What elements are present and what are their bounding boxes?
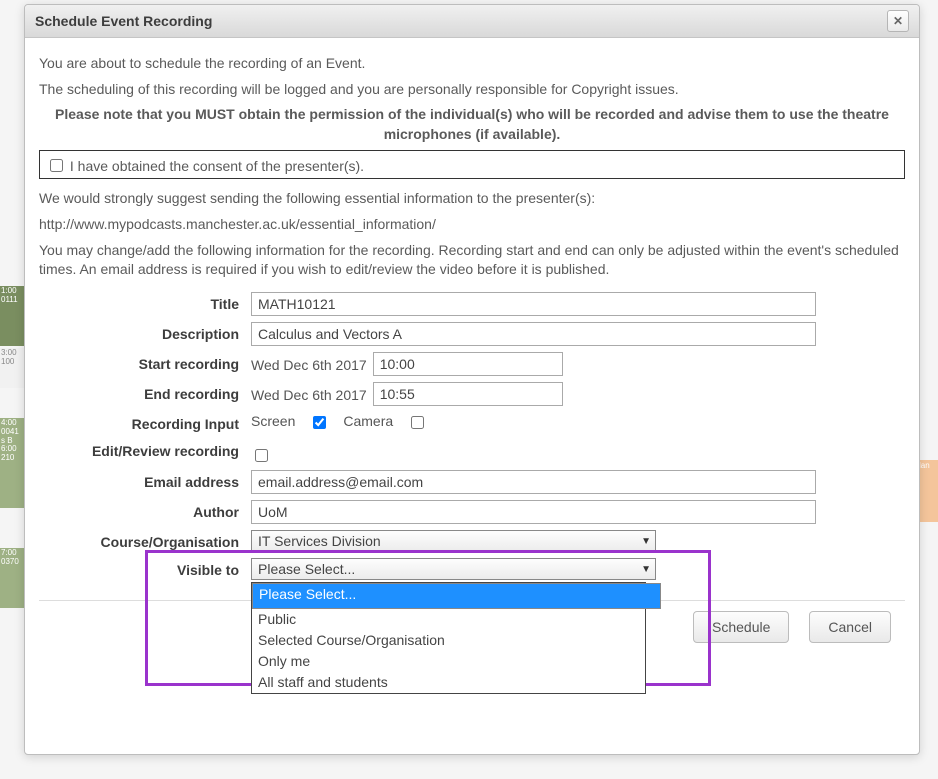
visible-option[interactable]: Please Select... [252, 583, 661, 609]
intro-text-2: The scheduling of this recording will be… [39, 80, 905, 100]
email-field[interactable] [251, 470, 816, 494]
start-label: Start recording [39, 352, 239, 374]
cancel-button[interactable]: Cancel [809, 611, 891, 643]
visible-to-select[interactable]: Please Select... ▼ [251, 558, 656, 580]
visible-label: Visible to [39, 558, 239, 580]
recording-input-label: Recording Input [39, 412, 239, 434]
description-label: Description [39, 322, 239, 344]
visible-to-dropdown: Please Select... Public Selected Course/… [251, 582, 646, 694]
visible-option[interactable]: Selected Course/Organisation [252, 630, 645, 651]
screen-checkbox[interactable] [313, 416, 326, 429]
permission-note: Please note that you MUST obtain the per… [39, 105, 905, 144]
camera-checkbox[interactable] [411, 416, 424, 429]
chevron-down-icon: ▼ [641, 564, 651, 575]
form-table: Title Description Start recording Wed De… [39, 292, 905, 581]
review-checkbox[interactable] [255, 449, 268, 462]
bg-cell: 1:00 0111 [0, 286, 24, 346]
dialog-title: Schedule Event Recording [35, 13, 212, 29]
chevron-down-icon: ▼ [641, 536, 651, 547]
dialog-titlebar: Schedule Event Recording ✕ [25, 5, 919, 38]
visible-option[interactable]: Public [252, 609, 645, 630]
email-label: Email address [39, 470, 239, 492]
end-label: End recording [39, 382, 239, 404]
suggest-text: We would strongly suggest sending the fo… [39, 189, 905, 209]
close-button[interactable]: ✕ [887, 10, 909, 32]
bg-cell: 7:00 0370 [0, 548, 24, 608]
review-label: Edit/Review recording [39, 439, 239, 461]
change-info-text: You may change/add the following informa… [39, 241, 905, 280]
screen-label: Screen [251, 413, 295, 429]
course-select[interactable]: IT Services Division ▼ [251, 530, 656, 552]
schedule-dialog: Schedule Event Recording ✕ You are about… [24, 4, 920, 755]
dialog-content: You are about to schedule the recording … [25, 38, 919, 754]
camera-label: Camera [343, 413, 393, 429]
visible-option[interactable]: Only me [252, 651, 645, 672]
bg-cell-right: lan [918, 460, 938, 522]
schedule-button[interactable]: Schedule [693, 611, 789, 643]
start-date-text: Wed Dec 6th 2017 [251, 355, 367, 373]
end-date-text: Wed Dec 6th 2017 [251, 385, 367, 403]
visible-to-value: Please Select... [258, 561, 355, 577]
title-field[interactable] [251, 292, 816, 316]
course-label: Course/Organisation [39, 530, 239, 552]
end-time-field[interactable] [373, 382, 563, 406]
consent-box: I have obtained the consent of the prese… [39, 150, 905, 179]
close-icon: ✕ [893, 14, 903, 28]
visible-option[interactable]: All staff and students [252, 672, 645, 693]
background-calendar: 1:00 0111 3:00 100 4:00 0041 s B 6:00 21… [0, 0, 24, 779]
author-label: Author [39, 500, 239, 522]
bg-cell: 4:00 0041 s B 6:00 210 [0, 418, 24, 508]
essential-info-link[interactable]: http://www.mypodcasts.manchester.ac.uk/e… [39, 215, 905, 235]
intro-text-1: You are about to schedule the recording … [39, 54, 905, 74]
author-field[interactable] [251, 500, 816, 524]
bg-cell: 3:00 100 [0, 348, 24, 388]
consent-checkbox[interactable] [50, 159, 63, 172]
description-field[interactable] [251, 322, 816, 346]
start-time-field[interactable] [373, 352, 563, 376]
title-label: Title [39, 292, 239, 314]
consent-label: I have obtained the consent of the prese… [70, 158, 364, 174]
course-select-value: IT Services Division [258, 533, 381, 549]
